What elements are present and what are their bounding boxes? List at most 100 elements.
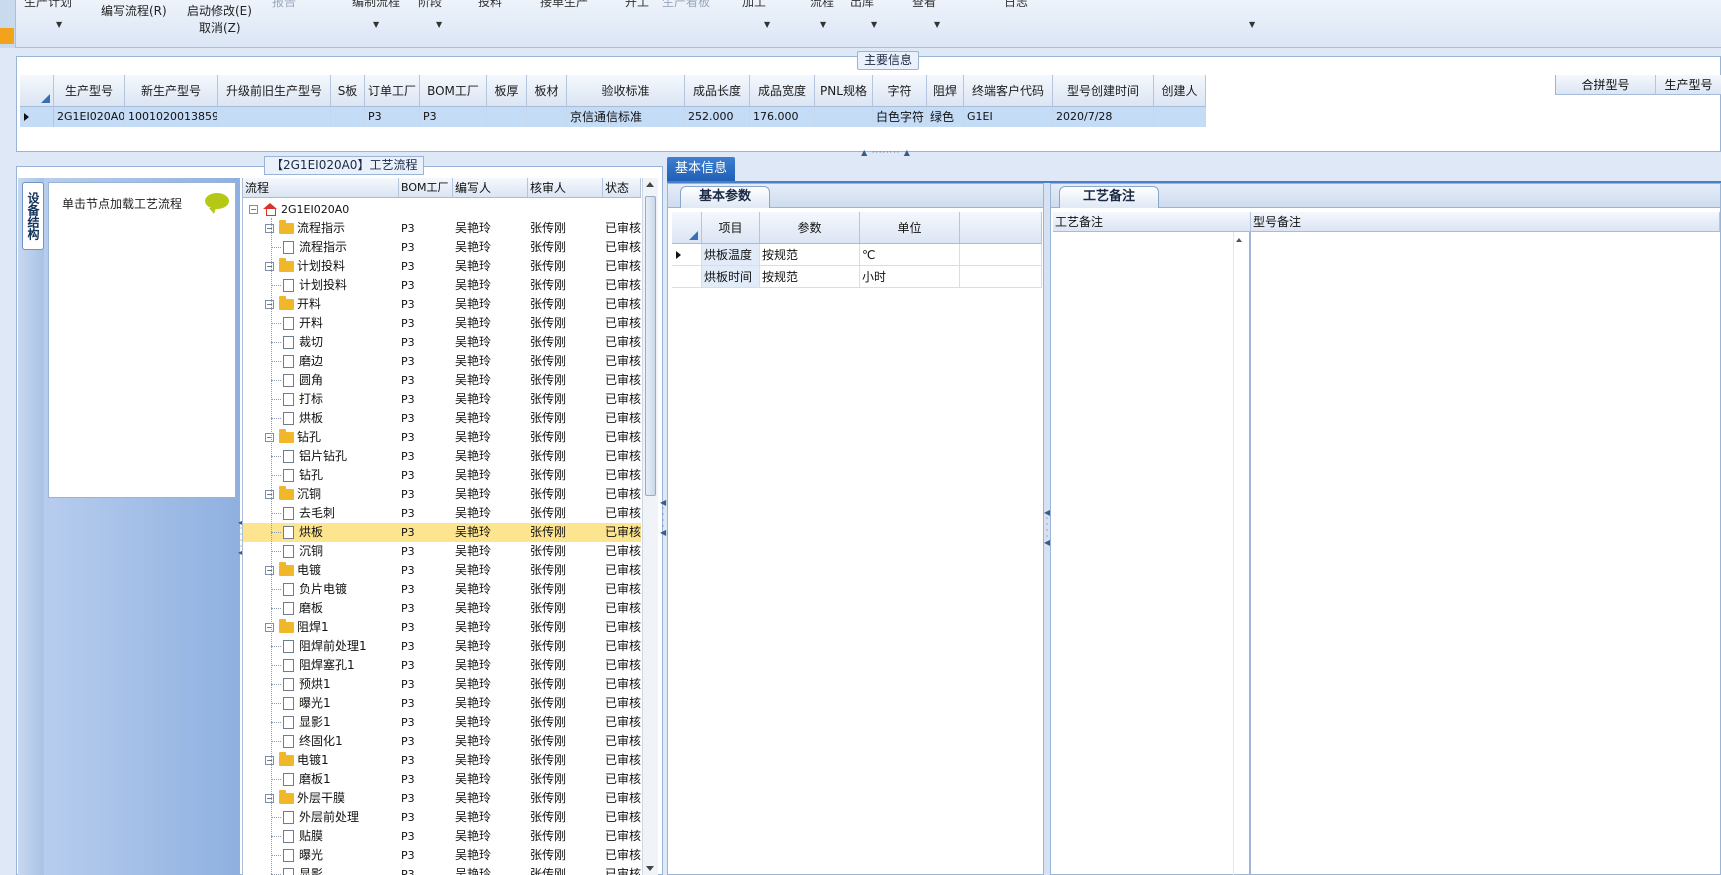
tree-name-cell[interactable]: 圆角 (243, 371, 399, 390)
cell[interactable] (218, 107, 331, 127)
reviewer-cell[interactable]: 张传刚 (528, 295, 603, 314)
tree-name-cell[interactable]: − 外层干膜 (243, 789, 399, 808)
collapse-icon[interactable]: − (265, 300, 274, 309)
status-cell[interactable]: 已审核 (603, 637, 641, 656)
writer-cell[interactable]: 吴艳玲 (453, 314, 528, 333)
status-cell[interactable]: 已审核 (603, 409, 641, 428)
tree-item-row[interactable]: 铝片钻孔 P3 吴艳玲 张传刚 已审核 (243, 447, 641, 466)
collapse-icon[interactable]: − (265, 623, 274, 632)
chevron-down-icon[interactable]: ▼ (56, 20, 62, 29)
tree-name-cell[interactable]: 烘板 (243, 409, 399, 428)
status-cell[interactable]: 已审核 (603, 542, 641, 561)
bom-cell[interactable]: P3 (399, 599, 453, 618)
col-header[interactable]: 阻焊 (927, 75, 964, 106)
row-indicator[interactable] (672, 244, 702, 266)
col-header[interactable]: 核审人 (528, 178, 603, 197)
tab-equipment-structure[interactable]: 设备结构 (22, 182, 44, 250)
cell[interactable] (815, 107, 873, 127)
col-header[interactable]: 创建人 (1154, 75, 1206, 106)
writer-cell[interactable]: 吴艳玲 (453, 276, 528, 295)
scroll-thumb[interactable] (645, 196, 656, 496)
col-header[interactable]: 工艺备注 (1053, 212, 1251, 231)
col-header[interactable]: 型号创建时间 (1053, 75, 1154, 106)
reviewer-cell[interactable]: 张传刚 (528, 561, 603, 580)
tree-name-cell[interactable]: 曝光1 (243, 694, 399, 713)
reviewer-cell[interactable] (528, 200, 603, 219)
col-header[interactable]: 编写人 (453, 178, 528, 197)
tree-item-row[interactable]: 开料 P3 吴艳玲 张传刚 已审核 (243, 314, 641, 333)
collapse-icon[interactable]: − (265, 756, 274, 765)
reviewer-cell[interactable]: 张传刚 (528, 390, 603, 409)
tree-name-cell[interactable]: 外层前处理 (243, 808, 399, 827)
status-cell[interactable]: 已审核 (603, 523, 641, 542)
status-cell[interactable]: 已审核 (603, 352, 641, 371)
tree-item-row[interactable]: 显影1 P3 吴艳玲 张传刚 已审核 (243, 713, 641, 732)
cell[interactable] (527, 107, 567, 127)
chevron-down-icon[interactable]: ▼ (1249, 20, 1255, 29)
writer-cell[interactable]: 吴艳玲 (453, 827, 528, 846)
chevron-down-icon[interactable]: ▼ (373, 20, 379, 29)
status-cell[interactable] (603, 200, 641, 219)
bom-cell[interactable]: P3 (399, 257, 453, 276)
writer-cell[interactable]: 吴艳玲 (453, 599, 528, 618)
bom-cell[interactable]: P3 (399, 618, 453, 637)
ribbon-cut-label[interactable]: 生产看板 (662, 0, 710, 10)
collapse-icon[interactable]: − (265, 262, 274, 271)
reviewer-cell[interactable]: 张传刚 (528, 675, 603, 694)
col-header[interactable]: 验收标准 (567, 75, 685, 106)
ribbon-cut-label[interactable]: 查看 (912, 0, 936, 10)
status-cell[interactable]: 已审核 (603, 675, 641, 694)
writer-cell[interactable]: 吴艳玲 (453, 637, 528, 656)
tree-item-row[interactable]: 磨板 P3 吴艳玲 张传刚 已审核 (243, 599, 641, 618)
writer-cell[interactable]: 吴艳玲 (453, 428, 528, 447)
tree-name-cell[interactable]: 磨板 (243, 599, 399, 618)
cell[interactable] (487, 107, 527, 127)
writer-cell[interactable]: 吴艳玲 (453, 238, 528, 257)
tree-folder-row[interactable]: − 开料 P3 吴艳玲 张传刚 已审核 (243, 295, 641, 314)
tree-item-row[interactable]: 去毛刺 P3 吴艳玲 张传刚 已审核 (243, 504, 641, 523)
bom-cell[interactable]: P3 (399, 371, 453, 390)
reviewer-cell[interactable]: 张传刚 (528, 523, 603, 542)
tree-name-cell[interactable]: 计划投料 (243, 276, 399, 295)
tree-name-cell[interactable]: 裁切 (243, 333, 399, 352)
chevron-down-icon[interactable]: ▼ (436, 20, 442, 29)
cell[interactable]: 176.000 (750, 107, 815, 127)
bom-cell[interactable]: P3 (399, 846, 453, 865)
reviewer-cell[interactable]: 张传刚 (528, 542, 603, 561)
writer-cell[interactable]: 吴艳玲 (453, 713, 528, 732)
reviewer-cell[interactable]: 张传刚 (528, 352, 603, 371)
table-row[interactable]: 烘板温度 按规范 ℃ (672, 244, 1042, 266)
col-header[interactable]: 订单工厂 (365, 75, 420, 106)
reviewer-cell[interactable]: 张传刚 (528, 504, 603, 523)
tree-name-cell[interactable]: 去毛刺 (243, 504, 399, 523)
writer-cell[interactable] (453, 200, 528, 219)
cell[interactable]: ℃ (860, 244, 960, 266)
reviewer-cell[interactable]: 张传刚 (528, 808, 603, 827)
reviewer-cell[interactable]: 张传刚 (528, 466, 603, 485)
bom-cell[interactable] (399, 200, 453, 219)
row-indicator[interactable] (672, 266, 702, 288)
cancel-button[interactable]: 取消(Z) (199, 19, 241, 36)
collapse-icon[interactable]: − (265, 794, 274, 803)
tree-item-row[interactable]: 曝光1 P3 吴艳玲 张传刚 已审核 (243, 694, 641, 713)
scroll-up-icon[interactable] (646, 182, 654, 187)
tree-folder-row[interactable]: − 钻孔 P3 吴艳玲 张传刚 已审核 (243, 428, 641, 447)
bom-cell[interactable]: P3 (399, 751, 453, 770)
bom-cell[interactable]: P3 (399, 390, 453, 409)
tab-process-remarks[interactable]: 工艺备注 (1059, 186, 1159, 208)
tree-item-row[interactable]: 负片电镀 P3 吴艳玲 张传刚 已审核 (243, 580, 641, 599)
writer-cell[interactable]: 吴艳玲 (453, 447, 528, 466)
tree-item-row[interactable]: 流程指示 P3 吴艳玲 张传刚 已审核 (243, 238, 641, 257)
tree-name-cell[interactable]: 预烘1 (243, 675, 399, 694)
tree-name-cell[interactable]: − 阻焊1 (243, 618, 399, 637)
collapse-icon[interactable]: − (265, 433, 274, 442)
reviewer-cell[interactable]: 张传刚 (528, 846, 603, 865)
status-cell[interactable]: 已审核 (603, 732, 641, 751)
reviewer-cell[interactable]: 张传刚 (528, 618, 603, 637)
tab-basic-info[interactable]: 基本信息 (667, 157, 735, 181)
chevron-down-icon[interactable]: ▼ (764, 20, 770, 29)
reviewer-cell[interactable]: 张传刚 (528, 637, 603, 656)
status-cell[interactable]: 已审核 (603, 751, 641, 770)
status-cell[interactable]: 已审核 (603, 314, 641, 333)
reviewer-cell[interactable]: 张传刚 (528, 694, 603, 713)
